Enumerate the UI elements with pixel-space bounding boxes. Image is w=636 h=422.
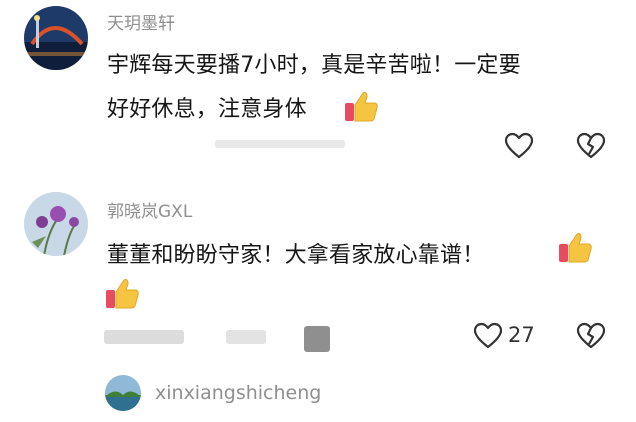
- like-heart-icon[interactable]: [504, 132, 534, 160]
- like-count: 27: [508, 323, 535, 347]
- thumbs-up-emoji: [104, 276, 140, 310]
- comment-1-line-1: 宇辉每天要播7小时，真是辛苦啦！一定要: [107, 53, 521, 78]
- comment-2-meta-blurred: [226, 330, 266, 344]
- thumbs-up-emoji: [557, 230, 593, 264]
- thumbs-up-emoji: [343, 89, 379, 123]
- reply-username[interactable]: xinxiangshicheng: [155, 382, 321, 404]
- avatar-user-1[interactable]: [24, 6, 88, 70]
- username-2[interactable]: 郭晓岚GXL: [107, 197, 192, 222]
- dislike-broken-heart-icon[interactable]: [576, 132, 606, 160]
- like-heart-icon[interactable]: [473, 322, 503, 350]
- comment-1-line-2: 好好休息，注意身体: [107, 97, 307, 122]
- comment-2-meta-blurred: [104, 330, 184, 344]
- dislike-broken-heart-icon[interactable]: [576, 322, 606, 350]
- comment-1-meta-blurred: [215, 140, 345, 148]
- reply-avatar[interactable]: [105, 375, 141, 411]
- comment-2-line-1: 董董和盼盼守家！大拿看家放心靠谱！: [107, 243, 485, 268]
- username-1[interactable]: 天玥墨轩: [107, 9, 175, 34]
- comment-2-meta-blurred: [304, 326, 330, 352]
- avatar-user-2[interactable]: [24, 192, 88, 256]
